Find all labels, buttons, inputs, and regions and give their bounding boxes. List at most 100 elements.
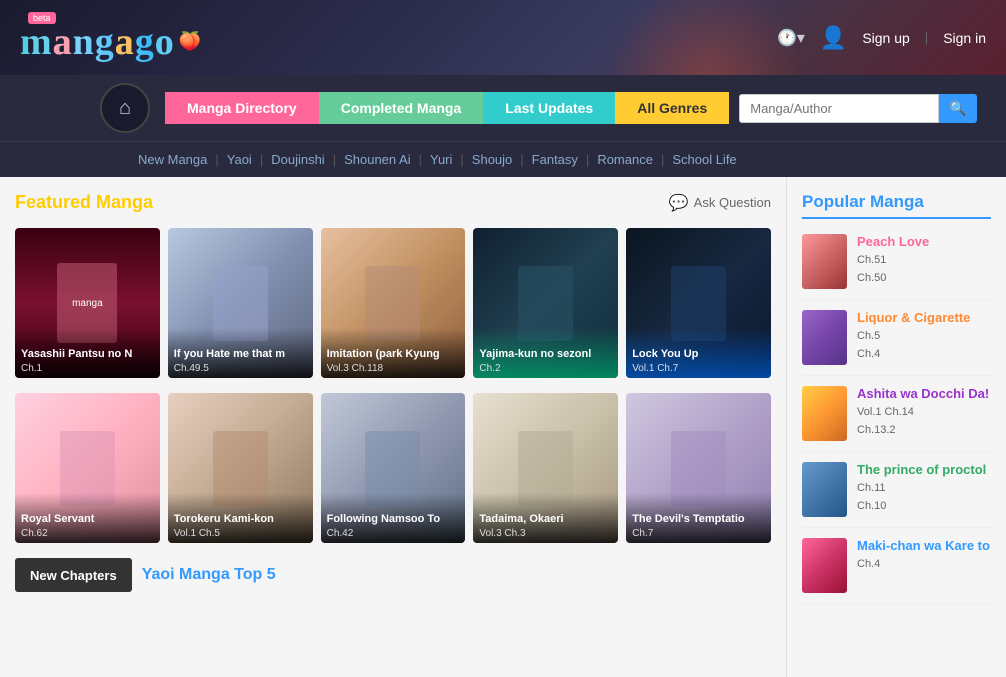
- popular-info-2: Liquor & Cigarette Ch.5 Ch.4: [857, 310, 991, 363]
- manga-card-5-title: Lock You Up: [632, 348, 765, 361]
- manga-card-10-title: The Devil's Temptatio: [632, 513, 765, 526]
- manga-card-6-info: Royal Servant Ch.62: [15, 493, 160, 543]
- popular-chapter-2: Ch.5 Ch.4: [857, 328, 991, 363]
- manga-card-10-info: The Devil's Temptatio Ch.7: [626, 493, 771, 543]
- manga-card-2-chapter: Ch.49.5: [174, 363, 307, 374]
- logo-text: mangago: [20, 20, 175, 64]
- search-input[interactable]: [739, 94, 939, 123]
- ask-question-label: Ask Question: [694, 195, 771, 210]
- search-area: 🔍: [739, 94, 976, 123]
- manga-card-5-info: Lock You Up Vol.1 Ch.7: [626, 328, 771, 378]
- nav-bar: ⌂ Manga Directory Completed Manga Last U…: [0, 75, 1006, 141]
- bottom-section: New Chapters Yaoi Manga Top 5: [15, 558, 771, 592]
- manga-card-4-info: Yajima-kun no sezonl Ch.2: [473, 328, 618, 378]
- popular-manga-title: Popular Manga: [802, 192, 991, 219]
- popular-item-3[interactable]: Ashita wa Docchi Da! Vol.1 Ch.14 Ch.13.2: [802, 376, 991, 452]
- header: beta mangago 🍑 🕐▾ 👤 Sign up | Sign in: [0, 0, 1006, 75]
- clock-icon[interactable]: 🕐▾: [777, 28, 805, 48]
- popular-info-4: The prince of proctol Ch.11 Ch.10: [857, 462, 991, 515]
- all-genres-button[interactable]: All Genres: [615, 92, 729, 124]
- manga-card-4[interactable]: Yajima-kun no sezonl Ch.2: [473, 228, 618, 378]
- featured-title: Featured Manga: [15, 192, 153, 213]
- manga-card-7-title: Torokeru Kami-kon: [174, 513, 307, 526]
- manga-card-2[interactable]: If you Hate me that m Ch.49.5: [168, 228, 313, 378]
- logo-area: beta mangago 🍑: [20, 12, 201, 64]
- manga-card-6-chapter: Ch.62: [21, 528, 154, 539]
- section-header: Featured Manga 💬 Ask Question: [15, 192, 771, 213]
- popular-info-5: Maki-chan wa Kare to Ch.4: [857, 538, 991, 574]
- manga-card-7-chapter: Vol.1 Ch.5: [174, 528, 307, 539]
- sign-up-link[interactable]: Sign up: [862, 30, 909, 46]
- last-updates-button[interactable]: Last Updates: [483, 92, 615, 124]
- manga-card-8-chapter: Ch.42: [327, 528, 460, 539]
- sub-nav-doujinshi[interactable]: Doujinshi: [263, 150, 332, 169]
- nav-buttons: Manga Directory Completed Manga Last Upd…: [165, 92, 729, 124]
- manga-card-10[interactable]: The Devil's Temptatio Ch.7: [626, 393, 771, 543]
- sub-nav-yaoi[interactable]: Yaoi: [219, 150, 260, 169]
- manga-card-8-title: Following Namsoo To: [327, 513, 460, 526]
- manga-card-9-title: Tadaima, Okaeri: [479, 513, 612, 526]
- manga-grid-bottom: Royal Servant Ch.62 Torokeru Kami-kon Vo…: [15, 393, 771, 543]
- sidebar: Popular Manga Peach Love Ch.51 Ch.50 Liq…: [786, 177, 1006, 677]
- manga-card-7[interactable]: Torokeru Kami-kon Vol.1 Ch.5: [168, 393, 313, 543]
- home-button[interactable]: ⌂: [100, 83, 150, 133]
- manga-card-10-chapter: Ch.7: [632, 528, 765, 539]
- popular-title-3: Ashita wa Docchi Da!: [857, 386, 991, 401]
- completed-manga-button[interactable]: Completed Manga: [319, 92, 484, 124]
- popular-title-1: Peach Love: [857, 234, 991, 249]
- sub-nav-fantasy[interactable]: Fantasy: [524, 150, 586, 169]
- popular-chapter-3: Vol.1 Ch.14 Ch.13.2: [857, 404, 991, 439]
- new-chapters-button[interactable]: New Chapters: [15, 558, 132, 592]
- manga-card-3-info: Imitation (park Kyung Vol.3 Ch.118: [321, 328, 466, 378]
- popular-info-3: Ashita wa Docchi Da! Vol.1 Ch.14 Ch.13.2: [857, 386, 991, 439]
- sub-nav-yuri[interactable]: Yuri: [422, 150, 460, 169]
- manga-card-4-title: Yajima-kun no sezonl: [479, 348, 612, 361]
- sub-nav-shounen-ai[interactable]: Shounen Ai: [336, 150, 419, 169]
- popular-title-4: The prince of proctol: [857, 462, 991, 477]
- manga-card-5[interactable]: Lock You Up Vol.1 Ch.7: [626, 228, 771, 378]
- popular-item-4[interactable]: The prince of proctol Ch.11 Ch.10: [802, 452, 991, 528]
- manga-card-3-chapter: Vol.3 Ch.118: [327, 363, 460, 374]
- sub-nav-school-life[interactable]: School Life: [664, 150, 744, 169]
- yaoi-top-title: Yaoi Manga Top 5: [142, 558, 276, 592]
- manga-card-3-title: Imitation (park Kyung: [327, 348, 460, 361]
- manga-card-8[interactable]: Following Namsoo To Ch.42: [321, 393, 466, 543]
- manga-card-9[interactable]: Tadaima, Okaeri Vol.3 Ch.3: [473, 393, 618, 543]
- manga-card-7-info: Torokeru Kami-kon Vol.1 Ch.5: [168, 493, 313, 543]
- manga-card-8-info: Following Namsoo To Ch.42: [321, 493, 466, 543]
- popular-title-2: Liquor & Cigarette: [857, 310, 991, 325]
- manga-directory-button[interactable]: Manga Directory: [165, 92, 319, 124]
- manga-card-5-chapter: Vol.1 Ch.7: [632, 363, 765, 374]
- popular-thumb-5: [802, 538, 847, 593]
- popular-item-5[interactable]: Maki-chan wa Kare to Ch.4: [802, 528, 991, 604]
- sub-nav-romance[interactable]: Romance: [589, 150, 661, 169]
- separator: |: [925, 30, 928, 45]
- logo-icon: 🍑: [179, 31, 201, 52]
- manga-card-9-info: Tadaima, Okaeri Vol.3 Ch.3: [473, 493, 618, 543]
- featured-section: Featured Manga 💬 Ask Question manga Yasa…: [0, 177, 786, 677]
- popular-thumb-3: [802, 386, 847, 441]
- main-content: Featured Manga 💬 Ask Question manga Yasa…: [0, 177, 1006, 677]
- manga-card-6-title: Royal Servant: [21, 513, 154, 526]
- popular-info-1: Peach Love Ch.51 Ch.50: [857, 234, 991, 287]
- sign-in-link[interactable]: Sign in: [943, 30, 986, 46]
- ask-question-button[interactable]: 💬 Ask Question: [669, 193, 771, 213]
- popular-chapter-4: Ch.11 Ch.10: [857, 480, 991, 515]
- chat-bubble-icon: 💬: [669, 193, 689, 213]
- manga-card-1-chapter: Ch.1: [21, 363, 154, 374]
- popular-thumb-1: [802, 234, 847, 289]
- manga-card-3[interactable]: Imitation (park Kyung Vol.3 Ch.118: [321, 228, 466, 378]
- sub-nav-shoujo[interactable]: Shoujo: [464, 150, 520, 169]
- popular-item-1[interactable]: Peach Love Ch.51 Ch.50: [802, 224, 991, 300]
- popular-item-2[interactable]: Liquor & Cigarette Ch.5 Ch.4: [802, 300, 991, 376]
- sub-nav-new-manga[interactable]: New Manga: [130, 150, 215, 169]
- manga-card-1-title: Yasashii Pantsu no N: [21, 348, 154, 361]
- manga-grid-top: manga Yasashii Pantsu no N Ch.1 If you H…: [15, 228, 771, 378]
- manga-card-1-info: Yasashii Pantsu no N Ch.1: [15, 328, 160, 378]
- manga-card-9-chapter: Vol.3 Ch.3: [479, 528, 612, 539]
- manga-card-1[interactable]: manga Yasashii Pantsu no N Ch.1: [15, 228, 160, 378]
- user-icon[interactable]: 👤: [820, 25, 847, 51]
- search-button[interactable]: 🔍: [939, 94, 976, 123]
- sub-nav: New Manga | Yaoi | Doujinshi | Shounen A…: [0, 141, 1006, 177]
- manga-card-6[interactable]: Royal Servant Ch.62: [15, 393, 160, 543]
